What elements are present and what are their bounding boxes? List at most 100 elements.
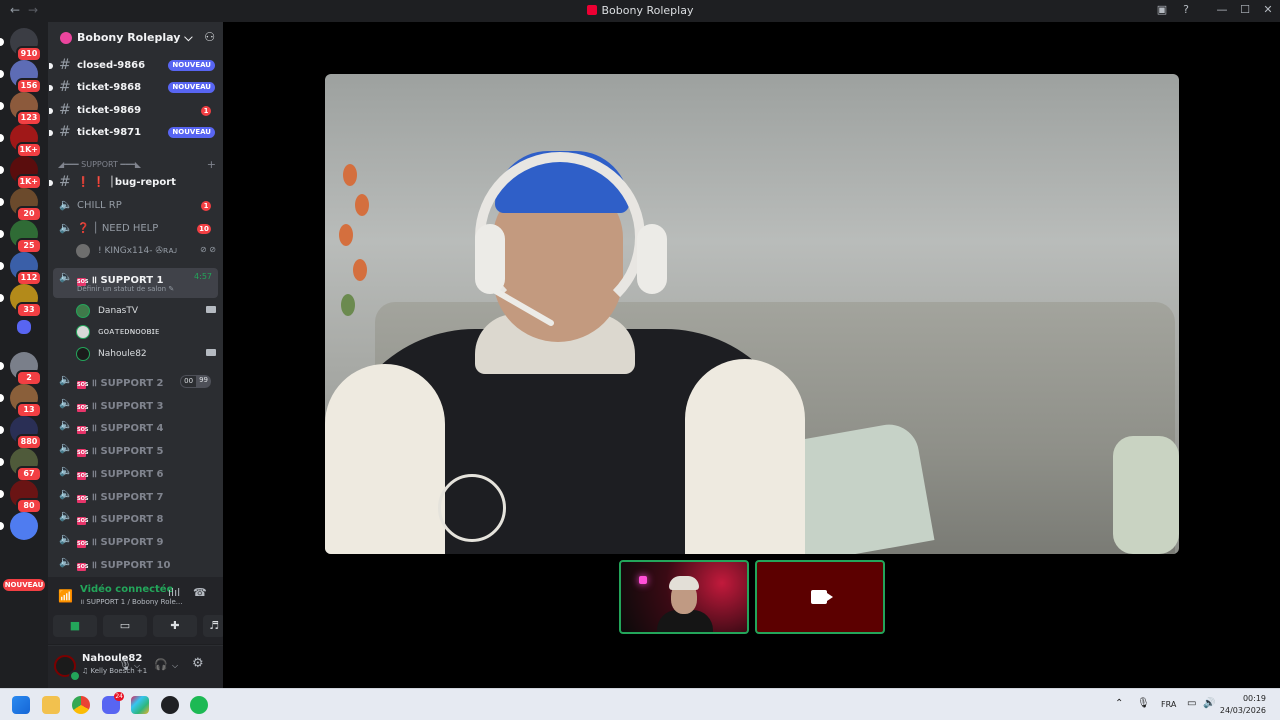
noise-suppression-icon[interactable]: ılıl (168, 586, 180, 599)
server-icon[interactable] (0, 512, 38, 540)
voice-channel-support-4[interactable]: 🔈 SOS ॥ SUPPORT 4 (53, 416, 218, 436)
text-channel[interactable]: # ticket-9868 NOUVEAU (49, 78, 218, 98)
clock[interactable]: 00:19 24/03/2026 (1220, 693, 1266, 717)
spotify-icon[interactable] (190, 696, 208, 714)
signal-icon[interactable]: 📶 (58, 589, 73, 603)
voice-channel-support-8[interactable]: 🔈 SOS ॥ SUPPORT 8 (53, 507, 218, 527)
text-channel[interactable]: # ticket-9871 NOUVEAU (49, 123, 218, 143)
app-icon[interactable] (131, 696, 149, 714)
pillow (1113, 436, 1179, 554)
network-icon[interactable]: ▭ (1187, 698, 1196, 709)
server-icon[interactable]: 123 (0, 92, 42, 126)
speaker-icon: 🔈 (59, 395, 73, 409)
new-badge: NOUVEAU (168, 82, 215, 93)
server-icon[interactable]: 910 (0, 28, 42, 62)
voice-channel-support-5[interactable]: 🔈 SOS ॥ SUPPORT 5 (53, 439, 218, 459)
voice-channel-support-7[interactable]: 🔈 SOS ॥ SUPPORT 7 (53, 485, 218, 505)
channel-name: SOS ॥ SUPPORT 9 (77, 536, 164, 548)
activities-button[interactable]: ✚ (153, 615, 197, 637)
channel-status[interactable]: Définir un statut de salon ✎ (77, 285, 174, 293)
soundboard-button[interactable]: ♬ (203, 615, 225, 637)
add-channel-icon[interactable]: + (207, 158, 216, 171)
minimize-icon[interactable]: — (1214, 3, 1230, 16)
chevron-down-icon[interactable]: ⌵ (134, 661, 140, 671)
unread-indicator (49, 108, 53, 114)
voice-channel-support-9[interactable]: 🔈 SOS ॥ SUPPORT 9 (53, 530, 218, 550)
unread-indicator (0, 198, 4, 206)
server-icon[interactable]: 20 (0, 188, 42, 222)
voice-user[interactable]: ! KINGx114- ✇ʀᴀᴊ ⊘ ⊘ (76, 242, 216, 260)
unread-indicator (0, 458, 4, 466)
server-icon[interactable]: 1K+ (0, 156, 42, 190)
guild-header[interactable]: Bobony Roleplay ⌵ ⚇ (48, 22, 223, 54)
voice-channel-support-6[interactable]: 🔈 SOS ॥ SUPPORT 6 (53, 462, 218, 482)
voice-user[interactable]: ɢᴏᴀᴛᴇᴅɴᴏᴏʙɪᴇ (76, 323, 216, 341)
chevron-up-icon[interactable]: ⌃ (1115, 698, 1123, 709)
windows-start-icon[interactable] (12, 696, 30, 714)
headphones-icon[interactable]: 🎧 (154, 658, 168, 671)
server-icon[interactable]: 67 (0, 448, 42, 482)
channel-name: SOS ॥ SUPPORT 10 (77, 559, 171, 571)
unread-indicator (0, 262, 4, 270)
main-video-feed[interactable] (325, 74, 1179, 554)
language-indicator[interactable]: FRA (1161, 700, 1176, 709)
category-support[interactable]: ◢━━━ SUPPORT ━━━◣ + (58, 158, 218, 171)
guild-icon (60, 32, 72, 44)
volume-icon[interactable]: 🔊 (1203, 698, 1215, 709)
voice-user[interactable]: Nahoule82 (76, 345, 216, 363)
channel-name: SOS ॥ SUPPORT 3 (77, 400, 164, 412)
camera-button[interactable]: ■ (53, 615, 97, 637)
participant-tile-camera-off[interactable] (755, 560, 885, 634)
server-icon[interactable]: 156 (0, 60, 42, 94)
voice-connection-panel: 📶 Vidéo connectée ॥ SUPPORT 1 / Bobony R… (48, 577, 223, 645)
invite-people-icon[interactable]: ⚇ (204, 30, 215, 44)
channel-name: closed-9866 (77, 60, 146, 71)
server-icon[interactable]: 1K+ (0, 124, 42, 158)
server-icon[interactable]: 2 (0, 352, 42, 386)
voice-channel-need-help[interactable]: 🔈 ❓ │ NEED HELP 10 (53, 219, 218, 239)
voice-channel-support-3[interactable]: 🔈 SOS ॥ SUPPORT 3 (53, 394, 218, 414)
settings-gear-icon[interactable]: ⚙ (192, 656, 204, 671)
server-icon[interactable]: 25 (0, 220, 42, 254)
voice-channel-chill-rp[interactable]: 🔈 CHILL RP 1 (53, 196, 218, 216)
nouveau-badge: NOUVEAU (3, 579, 45, 591)
microphone-icon[interactable]: 🎙 (1137, 698, 1150, 709)
screen-share-button[interactable]: ▭ (103, 615, 147, 637)
text-channel[interactable]: # ticket-9869 1 (49, 101, 218, 121)
inbox-icon[interactable]: ▣ (1154, 3, 1170, 16)
microphone-icon[interactable]: 🎙 (118, 658, 132, 671)
chevron-down-icon[interactable]: ⌵ (172, 661, 178, 671)
voice-user[interactable]: DanasTV (76, 302, 216, 320)
unread-indicator (0, 70, 4, 78)
voice-channel-support-10[interactable]: 🔈 SOS ॥ SUPPORT 10 (53, 553, 218, 573)
jacket-logo (438, 474, 506, 542)
voice-channel-support-1[interactable]: 🔈 SOS ॥ SUPPORT 1 4:57 Définir un statut … (53, 268, 218, 298)
video-camera-icon (206, 349, 216, 356)
channel-bug-report[interactable]: # ❗ ❗ │bug-report (49, 173, 218, 193)
maximize-icon[interactable]: ☐ (1237, 3, 1253, 16)
voice-state[interactable]: Vidéo connectée (80, 584, 173, 595)
avatar (76, 304, 90, 318)
close-icon[interactable]: ✕ (1260, 3, 1276, 16)
chevron-down-icon: ⌵ (184, 31, 193, 44)
text-channel-icon: # (59, 79, 71, 95)
server-icon[interactable]: 13 (0, 384, 42, 418)
server-icon[interactable]: 880 (0, 416, 42, 450)
server-icon[interactable]: 112 (0, 252, 42, 286)
participant-tile-video[interactable] (619, 560, 749, 634)
server-icon[interactable]: 33 (0, 284, 42, 318)
disconnect-icon[interactable]: ☎ (193, 586, 207, 599)
text-channel[interactable]: # closed-9866 NOUVEAU (49, 56, 218, 76)
video-stage (223, 22, 1280, 688)
voice-location[interactable]: ॥ SUPPORT 1 / Bobony Role... (80, 598, 182, 607)
chrome-icon[interactable] (72, 696, 90, 714)
help-icon[interactable]: ? (1178, 3, 1194, 16)
discord-icon[interactable]: 24 (102, 692, 124, 714)
obs-icon[interactable] (161, 696, 179, 714)
title-bar: ← → Bobony Roleplay ▣ ? — ☐ ✕ (0, 0, 1280, 22)
file-explorer-icon[interactable] (42, 696, 60, 714)
channel-sidebar: Bobony Roleplay ⌵ ⚇ # closed-9866 NOUVEAU #… (48, 22, 225, 688)
server-icon[interactable] (17, 320, 31, 334)
voice-channel-support-2[interactable]: 🔈 SOS ॥ SUPPORT 2 00 99 (53, 371, 218, 391)
server-icon[interactable]: 80 (0, 480, 42, 514)
